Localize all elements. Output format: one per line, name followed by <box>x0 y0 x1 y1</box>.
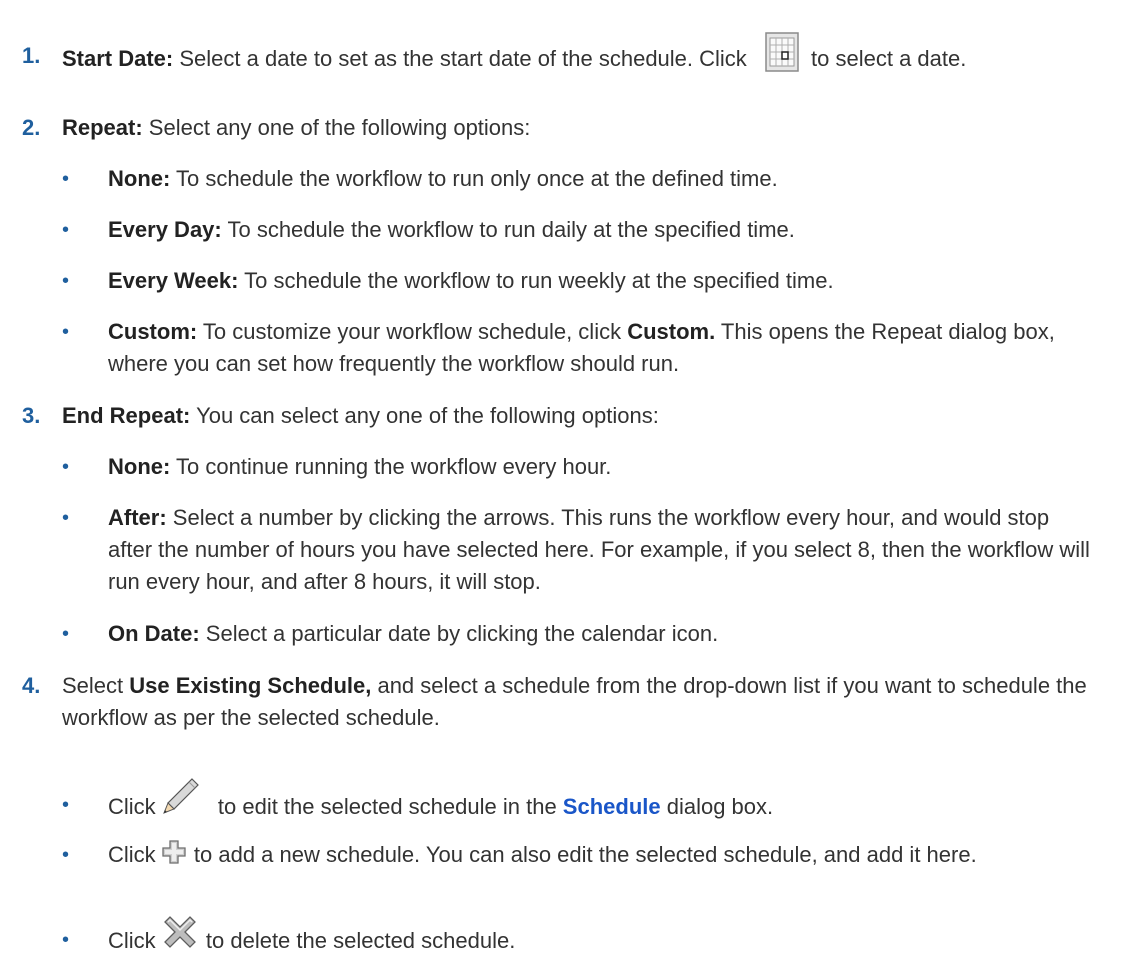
bullet: • <box>62 507 70 529</box>
repeat-option-every-day: • Every Day: To schedule the workflow to… <box>62 214 1098 246</box>
bullet: • <box>62 321 70 343</box>
option-text: To continue running the workflow every h… <box>170 454 612 479</box>
step-number: 4. <box>22 673 41 698</box>
option-text: Select a number by clicking the arrows. … <box>108 505 1090 594</box>
action-prefix: Click <box>108 793 162 819</box>
repeat-option-every-week: • Every Week: To schedule the workflow t… <box>62 265 1098 297</box>
step-label: Repeat: <box>62 115 143 140</box>
option-bold: Custom. <box>627 319 716 344</box>
step-bold: Use Existing Schedule, <box>129 673 372 698</box>
option-label: Every Day: <box>108 217 222 242</box>
step-2: 2. Repeat: Select any one of the followi… <box>22 112 1098 144</box>
action-add-schedule: • Click to add a new schedule. You can a… <box>62 839 1098 871</box>
action-prefix: Click <box>108 842 162 867</box>
end-option-after: • After: Select a number by clicking the… <box>62 502 1098 598</box>
step-text: Select <box>62 673 130 698</box>
step-text-end: to select a date. <box>804 45 967 71</box>
step-label: Start Date: <box>62 45 174 71</box>
step-number: 1. <box>22 43 41 68</box>
step-text: Select any one of the following options: <box>142 115 531 140</box>
calendar-icon[interactable] <box>765 32 799 72</box>
plus-icon[interactable] <box>162 840 186 864</box>
step-text: You can select any one of the following … <box>190 403 659 428</box>
action-text: to edit the selected schedule in the <box>211 793 563 819</box>
action-text: to delete the selected schedule. <box>199 927 516 953</box>
option-label: After: <box>108 505 167 530</box>
option-label: Every Week: <box>108 268 239 293</box>
option-text: Select a particular date by clicking the… <box>199 621 719 646</box>
action-text-end: dialog box. <box>660 793 774 819</box>
option-text: To schedule the workflow to run weekly a… <box>238 268 834 293</box>
action-prefix: Click <box>108 927 162 953</box>
option-text: To schedule the workflow to run daily at… <box>221 217 795 242</box>
option-text: To schedule the workflow to run only onc… <box>170 166 778 191</box>
step-text: Select a date to set as the start date o… <box>173 45 753 71</box>
option-text: To customize your workflow schedule, cli… <box>197 319 628 344</box>
action-text: to add a new schedule. You can also edit… <box>187 842 977 867</box>
bullet: • <box>62 270 70 292</box>
pencil-icon[interactable] <box>162 777 200 815</box>
option-label: None: <box>108 166 171 191</box>
x-icon[interactable] <box>162 914 198 950</box>
step-4: 4. Select Use Existing Schedule, and sel… <box>22 670 1098 734</box>
action-edit-schedule: • Click to edit the selected schedule in… <box>62 778 1098 827</box>
bullet: • <box>62 219 70 241</box>
schedule-link[interactable]: Schedule <box>563 794 661 819</box>
repeat-option-custom: • Custom: To customize your workflow sch… <box>62 316 1098 380</box>
bullet: • <box>62 456 70 478</box>
option-label: Custom: <box>108 319 198 344</box>
bullet: • <box>62 844 70 866</box>
step-number: 2. <box>22 115 41 140</box>
option-label: None: <box>108 454 171 479</box>
step-1: 1. Start Date: Select a date to set as t… <box>22 32 1098 80</box>
bullet: • <box>62 623 70 645</box>
step-number: 3. <box>22 403 41 428</box>
end-option-none: • None: To continue running the workflow… <box>62 451 1098 483</box>
step-3: 3. End Repeat: You can select any one of… <box>22 400 1098 432</box>
bullet: • <box>62 168 70 190</box>
bullet: • <box>62 794 70 816</box>
option-label: On Date: <box>108 621 200 646</box>
repeat-option-none: • None: To schedule the workflow to run … <box>62 163 1098 195</box>
end-option-on-date: • On Date: Select a particular date by c… <box>62 618 1098 650</box>
bullet: • <box>62 929 70 951</box>
step-label: End Repeat: <box>62 403 191 428</box>
action-delete-schedule: • Click to delete the selected schedule. <box>62 916 1098 960</box>
document-body: 1. Start Date: Select a date to set as t… <box>0 0 1128 967</box>
